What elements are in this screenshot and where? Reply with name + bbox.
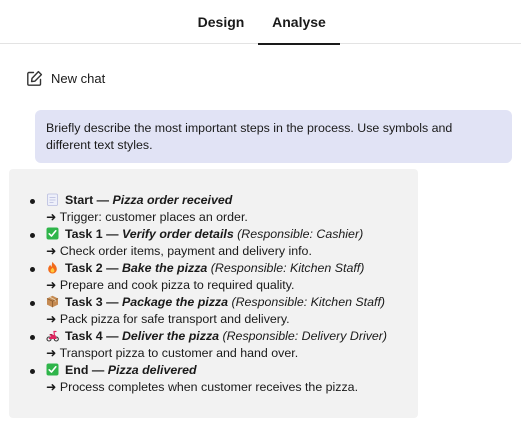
step-detail: ➜ Process completes when customer receiv…: [46, 380, 359, 394]
step-responsible: (Responsible: Cashier): [233, 227, 364, 241]
step-separator: —: [88, 363, 108, 377]
step-responsible: (Responsible: Delivery Driver): [219, 329, 388, 343]
list-item: Start — Pizza order received ➜ Trigger: …: [28, 192, 418, 226]
user-message: Briefly describe the most important step…: [35, 110, 512, 163]
step-separator: —: [93, 193, 113, 207]
step-label: Task 1: [65, 227, 103, 241]
scooter-icon: [46, 330, 59, 342]
step-detail: ➜ Pack pizza for safe transport and deli…: [46, 312, 290, 326]
clipboard-icon: [47, 193, 58, 206]
step-title: Bake the pizza: [121, 261, 208, 275]
step-separator: —: [102, 329, 122, 343]
check-icon: [46, 227, 59, 240]
list-item: Task 3 — Package the pizza (Responsible:…: [28, 294, 418, 328]
user-message-text: Briefly describe the most important step…: [46, 121, 453, 152]
list-item: Task 1 — Verify order details (Responsib…: [28, 226, 418, 260]
step-responsible: (Responsible: Kitchen Staff): [207, 261, 365, 275]
step-label: End: [65, 363, 89, 377]
step-separator: —: [102, 295, 122, 309]
step-label: Task 2: [65, 261, 103, 275]
step-detail: ➜ Prepare and cook pizza to required qua…: [46, 278, 295, 292]
step-title: Pizza order received: [112, 193, 233, 207]
package-icon: [46, 295, 59, 308]
step-label: Task 4: [65, 329, 103, 343]
step-title: Pizza delivered: [107, 363, 197, 377]
step-title: Verify order details: [121, 227, 234, 241]
step-detail: ➜ Check order items, payment and deliver…: [46, 244, 312, 258]
new-chat-button[interactable]: New chat: [26, 67, 105, 89]
step-separator: —: [102, 261, 122, 275]
tab-design[interactable]: Design: [186, 0, 256, 44]
step-detail: ➜ Trigger: customer places an order.: [46, 210, 248, 224]
step-detail: ➜ Transport pizza to customer and hand o…: [46, 346, 299, 360]
step-label: Task 3: [65, 295, 103, 309]
new-chat-label: New chat: [51, 70, 106, 86]
tab-bar: Design Analyse: [0, 0, 521, 45]
step-responsible: (Responsible: Kitchen Staff): [228, 295, 386, 309]
list-item: Task 4 — Deliver the pizza (Responsible:…: [28, 328, 418, 362]
step-label: Start: [65, 193, 94, 207]
check-icon: [46, 363, 59, 376]
step-separator: —: [102, 227, 122, 241]
assistant-message: Start — Pizza order received ➜ Trigger: …: [9, 169, 418, 418]
list-item: Task 2 — Bake the pizza (Responsible: Ki…: [28, 260, 418, 294]
edit-icon: [27, 70, 43, 86]
fire-icon: [48, 261, 57, 274]
step-title: Package the pizza: [121, 295, 228, 309]
list-item: End — Pizza delivered ➜ Process complete…: [28, 362, 418, 396]
tab-analyse[interactable]: Analyse: [258, 0, 340, 45]
step-title: Deliver the pizza: [121, 329, 220, 343]
